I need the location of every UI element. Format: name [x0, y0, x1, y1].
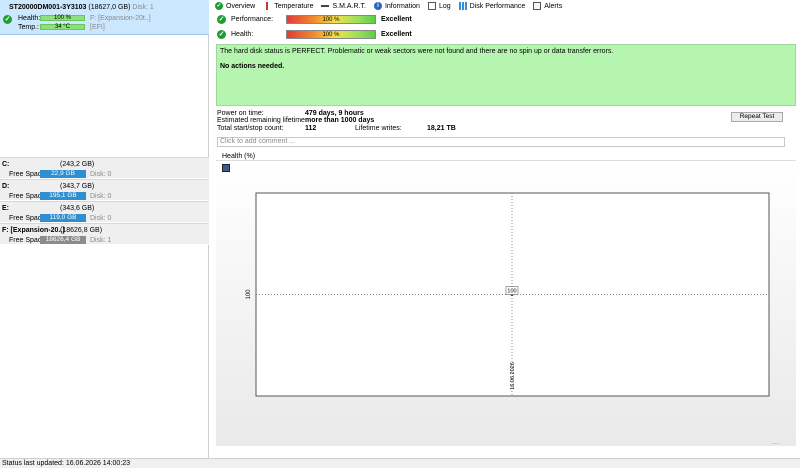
- performance-value: 100 %: [322, 17, 340, 23]
- volume-size: (343,7 GB): [60, 183, 95, 190]
- disk-title: ST20000DM001-3Y3103 (18627,0 GB) Disk: 1: [9, 4, 154, 11]
- disk-card[interactable]: ST20000DM001-3Y3103 (18627,0 GB) Disk: 1…: [0, 0, 209, 35]
- check-circle-icon: ✓: [217, 15, 226, 24]
- repeat-test-button[interactable]: Repeat Test: [731, 112, 783, 122]
- tab-temperature[interactable]: Temperature: [260, 0, 318, 12]
- volume-list: C: (243,2 GB) Free Space 22,9 GB Disk: 0…: [0, 157, 209, 245]
- volume-size: (18626,8 GB): [60, 227, 103, 234]
- check-circle-icon: ✓: [217, 30, 226, 39]
- power-on-label: Power on time:: [217, 110, 264, 117]
- health-row: ✓ Health: 100 % Excellent: [217, 30, 412, 39]
- volume-item[interactable]: C: (243,2 GB) Free Space 22,9 GB Disk: 0: [0, 157, 209, 179]
- free-space-bar: 119,0 GB: [40, 214, 86, 222]
- performance-icon: [458, 2, 467, 10]
- tab-label: S.M.A.R.T.: [332, 2, 366, 10]
- health-value: 100 %: [322, 32, 340, 38]
- health-bar: 100 %: [286, 30, 376, 39]
- tab-label: Information: [384, 2, 420, 10]
- smart-icon: [321, 2, 330, 10]
- tab-alerts[interactable]: Alerts: [530, 0, 567, 12]
- startstop-value: 112: [305, 125, 317, 132]
- actions-message: No actions needed.: [220, 63, 285, 70]
- y-tick-label: 100: [246, 289, 252, 300]
- volume-name: F: [Expansion-20..]: [2, 227, 65, 234]
- right-pane: ✓ Overview Temperature S.M.A.R.T. i Info…: [212, 0, 800, 458]
- disk-health-value: 100 %: [53, 15, 71, 21]
- disk-temp-bar: 34 °C: [40, 24, 85, 30]
- tab-bar: ✓ Overview Temperature S.M.A.R.T. i Info…: [212, 0, 800, 12]
- performance-row: ✓ Performance: 100 % Excellent: [217, 15, 412, 24]
- writes-value: 18,21 TB: [427, 125, 456, 132]
- tab-label: Temperature: [274, 2, 314, 10]
- x-tick-label: 16.06.2026: [510, 362, 516, 390]
- volume-name: C:: [2, 161, 10, 168]
- health-chart: 100 100 16.06.2026: [246, 192, 770, 397]
- performance-bar: 100 %: [286, 15, 376, 24]
- volume-item[interactable]: D: (343,7 GB) Free Space 195,1 GB Disk: …: [0, 179, 209, 201]
- volume-disk: Disk: 1: [90, 237, 112, 244]
- data-label: 100: [507, 289, 516, 295]
- disk-size: (18627,0 GB): [88, 4, 131, 11]
- volume-size: (243,2 GB): [60, 161, 95, 168]
- tab-label: Overview: [226, 2, 256, 10]
- performance-verdict: Excellent: [381, 16, 412, 23]
- tab-label: Disk Performance: [469, 2, 526, 10]
- status-message: The hard disk status is PERFECT. Problem…: [220, 48, 614, 55]
- lifetime-label: Estimated remaining lifetime:: [217, 117, 307, 124]
- free-space-bar: 18626,4 GB: [40, 236, 86, 244]
- volume-disk: Disk: 0: [90, 193, 112, 200]
- alerts-icon: [533, 2, 542, 10]
- free-space-bar: 195,1 GB: [40, 192, 86, 200]
- power-on-value: 479 days, 9 hours: [305, 110, 364, 117]
- health-label: Health:: [231, 31, 254, 38]
- comment-input[interactable]: Click to add comment ...: [217, 137, 785, 147]
- tab-label: Alerts: [544, 2, 563, 10]
- volume-disk: Disk: 0: [90, 215, 112, 222]
- info-icon: i: [373, 2, 382, 10]
- disk-number: Disk: 1: [132, 4, 154, 11]
- check-circle-icon: ✓: [3, 15, 12, 24]
- tab-information[interactable]: i Information: [371, 0, 425, 12]
- lifetime-value: more than 1000 days: [305, 117, 375, 124]
- tab-label: Log: [438, 2, 451, 10]
- volume-item[interactable]: E: (343,6 GB) Free Space 119,0 GB Disk: …: [0, 201, 209, 223]
- status-message-box: The hard disk status is PERFECT. Problem…: [216, 44, 796, 106]
- performance-label: Performance:: [231, 16, 274, 23]
- save-icon[interactable]: [222, 164, 230, 172]
- disk-temp-value: 34 °C: [54, 24, 71, 30]
- volume-size: (343,6 GB): [60, 205, 95, 212]
- chart-title: Health (%): [222, 153, 256, 160]
- log-icon: [427, 2, 436, 10]
- disk-temp-label: Temp.:: [18, 24, 40, 31]
- check-circle-icon: ✓: [215, 2, 223, 10]
- tab-log[interactable]: Log: [425, 0, 456, 12]
- volume-name: D:: [2, 183, 10, 190]
- health-verdict: Excellent: [381, 31, 412, 38]
- chart-background: 100 100 16.06.2026: [216, 160, 796, 446]
- disk-volume-ref: F: [Expansion-20t..]: [90, 15, 151, 22]
- status-bar: Status last updated: 16.06.2026 14:00:23: [0, 458, 800, 468]
- resize-grip[interactable]: .....: [772, 440, 780, 446]
- startstop-label: Total start/stop count:: [217, 125, 284, 132]
- disk-health-label: Health:: [18, 15, 41, 22]
- volume-item[interactable]: F: [Expansion-20..] (18626,8 GB) Free Sp…: [0, 223, 209, 245]
- tab-disk-performance[interactable]: Disk Performance: [456, 0, 531, 12]
- tab-overview[interactable]: ✓ Overview: [212, 0, 260, 12]
- left-pane: ST20000DM001-3Y3103 (18627,0 GB) Disk: 1…: [0, 0, 209, 458]
- volume-name: E:: [2, 205, 9, 212]
- writes-label: Lifetime writes:: [355, 125, 402, 132]
- disk-efi: [EFI]: [90, 24, 105, 31]
- tab-smart[interactable]: S.M.A.R.T.: [318, 0, 370, 12]
- health-chart-panel: 100 100 16.06.2026 Health (%) .....: [216, 152, 796, 452]
- hard-disk-sentinel-window: ST20000DM001-3Y3103 (18627,0 GB) Disk: 1…: [0, 0, 800, 468]
- volume-disk: Disk: 0: [90, 171, 112, 178]
- disk-health-bar: 100 %: [40, 15, 85, 21]
- thermometer-icon: [263, 2, 272, 10]
- disk-name: ST20000DM001-3Y3103: [9, 4, 87, 11]
- free-space-bar: 22,9 GB: [40, 170, 86, 178]
